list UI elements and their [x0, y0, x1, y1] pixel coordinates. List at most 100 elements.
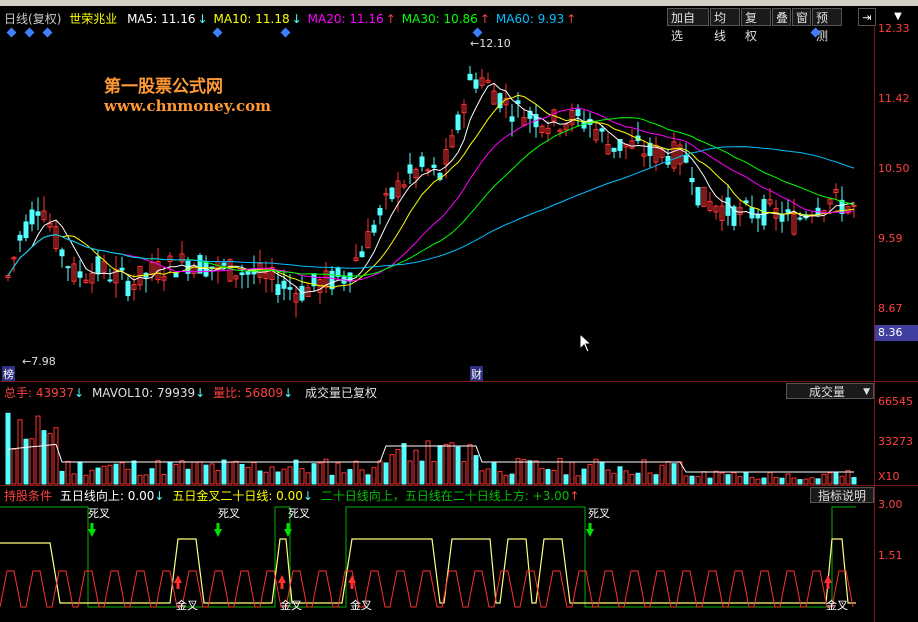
volume-bar — [185, 468, 191, 485]
volume-tick: 33273 — [878, 435, 913, 448]
volume-bar — [137, 474, 143, 485]
finance-badge[interactable]: 财 — [470, 366, 483, 382]
volume-bar — [629, 473, 635, 485]
toolbar-button[interactable]: 叠 — [772, 8, 791, 26]
ma-legend-item: MA5: 11.16 — [127, 12, 196, 26]
rank-badge[interactable]: 榜 — [2, 366, 15, 382]
volume-bar — [269, 466, 275, 485]
volume-dropdown[interactable]: 成交量 ▼ — [786, 383, 874, 399]
indicator-help-button[interactable]: 指标说明 — [810, 487, 874, 503]
golden-cross-label: 金叉 — [826, 599, 848, 612]
candle-body — [599, 128, 605, 132]
volume-bar — [611, 472, 617, 485]
candle-body — [425, 169, 431, 172]
volume-bar — [113, 463, 119, 485]
volume-dropdown-label: 成交量 — [809, 385, 846, 399]
toolbar-button[interactable]: 加自选 — [667, 8, 709, 43]
volume-bar — [719, 472, 725, 485]
volume-bar — [587, 464, 593, 485]
volume-bar — [77, 461, 83, 485]
volume-bar — [617, 466, 623, 485]
candle-body — [695, 186, 701, 206]
volume-bar — [407, 460, 413, 485]
volume-bar — [647, 472, 653, 485]
volume-bar — [767, 471, 773, 485]
volume-bar — [107, 464, 113, 485]
volume-bar — [89, 469, 95, 485]
volume-bar — [785, 473, 791, 485]
candle-body — [371, 224, 377, 233]
volume-bar — [101, 465, 107, 485]
toolbar-button[interactable]: 复权 — [741, 8, 771, 43]
volume-bar — [395, 448, 401, 485]
volume-bar — [491, 462, 497, 485]
volume-bar — [245, 466, 251, 485]
volume-bar — [155, 459, 161, 485]
ma-legend: MA5: 11.16 ↓ MA10: 11.18 ↓ MA20: 11.16 ↑ MA30:… — [121, 12, 576, 26]
arrow-shaft — [90, 523, 94, 529]
volume-bar — [569, 461, 575, 485]
volume-bar — [167, 461, 173, 485]
volume-chart[interactable] — [0, 400, 874, 485]
period-label[interactable]: 日线 — [4, 12, 28, 26]
volume-bar — [635, 472, 641, 485]
golden-cross-label: 金叉 — [176, 599, 198, 612]
arrow-down-icon — [586, 529, 594, 537]
indicator-title: 持股条件 — [4, 489, 53, 503]
toolbar-button[interactable]: 均线 — [710, 8, 740, 43]
volume-bar — [761, 477, 767, 485]
ma-legend-item: MA10: 11.18 — [213, 12, 290, 26]
dead-cross-label: 死叉 — [88, 507, 110, 520]
volume-bar — [401, 443, 407, 485]
candle-body — [455, 114, 461, 131]
volume-bar — [389, 454, 395, 485]
candle-body — [785, 209, 791, 213]
volume-ratio: 量比: 56809 — [213, 386, 284, 400]
volume-bar — [251, 462, 257, 485]
price-tick: 11.42 — [878, 92, 910, 105]
price-tick: 9.59 — [878, 232, 903, 245]
volume-bar — [467, 443, 473, 485]
volume-bar — [203, 464, 209, 485]
volume-bar — [821, 473, 827, 485]
volume-bar — [215, 470, 221, 485]
candle-body — [389, 187, 395, 200]
watermark-url: www.chnmoney.com — [104, 97, 271, 115]
high-price-annotation: ←12.10 — [470, 37, 511, 50]
volume-bar — [17, 419, 23, 485]
volume-bar — [563, 474, 569, 485]
toolbar-button[interactable]: 窗 — [792, 8, 811, 26]
indicator-value-3: 二十日线向上，五日线在二十日线上方: +3.00 — [320, 489, 570, 503]
menu-arrow-button[interactable]: ⇥ — [858, 8, 876, 26]
volume-bar — [497, 470, 503, 485]
volume-header: 总手: 43937↓ MAVOL10: 79939↓ 量比: 56809↓ 成交… — [4, 386, 378, 400]
volume-bar — [23, 438, 29, 485]
price-tick: 8.67 — [878, 302, 903, 315]
toolbar-button[interactable]: 预测 — [812, 8, 842, 43]
volume-bar — [473, 455, 479, 485]
volume-bar — [425, 440, 431, 485]
candle-body — [359, 251, 365, 258]
ma-line — [7, 117, 855, 278]
dead-cross-label: 死叉 — [288, 507, 310, 520]
volume-bar — [71, 473, 77, 485]
volume-bar — [257, 470, 263, 485]
volume-bar — [683, 475, 689, 485]
volume-bar — [281, 468, 287, 485]
volume-bar — [125, 468, 131, 485]
volume-bar — [851, 477, 857, 485]
volume-bar — [689, 475, 695, 485]
volume-bar — [359, 469, 365, 485]
candle-body — [473, 79, 479, 89]
candle-body — [779, 213, 785, 222]
volume-bar — [179, 460, 185, 485]
volume-bar — [653, 474, 659, 485]
arrow-shaft — [826, 583, 830, 589]
arrow-up-icon: ↑ — [566, 12, 577, 26]
volume-bar — [149, 468, 155, 485]
candle-body — [287, 287, 293, 290]
candle-body — [377, 207, 383, 216]
indicator-chart[interactable] — [0, 503, 874, 620]
volume-bar — [533, 460, 539, 485]
volume-bar — [47, 433, 53, 485]
